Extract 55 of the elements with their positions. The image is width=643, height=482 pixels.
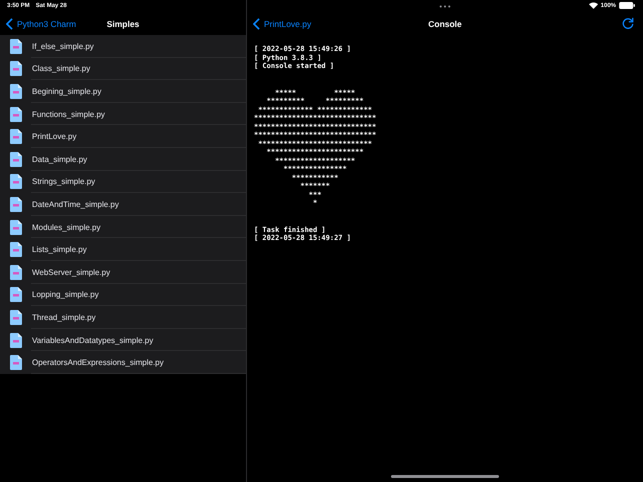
python-file-icon: [10, 332, 22, 348]
python-file-icon: [10, 84, 22, 99]
python-file-icon: [10, 129, 22, 144]
file-name: Data_simple.py: [32, 154, 88, 164]
file-name: WebServer_simple.py: [32, 268, 110, 277]
file-row[interactable]: Functions_simple.py: [0, 102, 246, 126]
reload-icon[interactable]: [622, 17, 634, 29]
file-row[interactable]: Thread_simple.py: [0, 306, 246, 329]
back-chevron-icon: [253, 18, 260, 30]
file-name: VariablesAndDatatypes_simple.py: [32, 336, 154, 345]
python-file-icon: [10, 264, 22, 280]
file-name: Thread_simple.py: [32, 312, 96, 322]
python-file-icon: [10, 310, 22, 325]
file-name: Strings_simple.py: [32, 177, 96, 186]
wifi-icon: [588, 2, 598, 9]
python-file-icon: [10, 220, 22, 235]
python-file-icon: [10, 61, 22, 76]
file-row[interactable]: OperatorsAndExpressions_simple.py: [0, 351, 246, 374]
file-row[interactable]: Lopping_simple.py: [0, 284, 246, 306]
file-row[interactable]: Strings_simple.py: [0, 170, 246, 194]
file-name: Lists_simple.py: [32, 245, 87, 254]
file-row[interactable]: DateAndTime_simple.py: [0, 193, 246, 216]
file-row[interactable]: VariablesAndDatatypes_simple.py: [0, 328, 246, 352]
file-name: If_else_simple.py: [32, 42, 94, 51]
python-file-icon: [10, 38, 22, 54]
back-button[interactable]: PrintLove.py: [253, 18, 312, 30]
python-file-icon: [10, 287, 22, 302]
python-file-icon: [10, 242, 22, 258]
file-row[interactable]: Data_simple.py: [0, 148, 246, 171]
battery-icon: [619, 2, 635, 9]
file-name: OperatorsAndExpressions_simple.py: [32, 358, 164, 368]
file-row[interactable]: If_else_simple.py: [0, 35, 246, 58]
file-name: Functions_simple.py: [32, 110, 105, 119]
file-row[interactable]: Lists_simple.py: [0, 238, 246, 261]
python-file-icon: [10, 174, 22, 190]
multitasking-dots-icon[interactable]: [439, 4, 451, 8]
back-chevron-icon: [6, 18, 13, 30]
file-name: Class_simple.py: [32, 64, 90, 74]
file-name: DateAndTime_simple.py: [32, 200, 119, 209]
sidebar-title: Simples: [106, 18, 140, 28]
file-name: Lopping_simple.py: [32, 290, 99, 300]
file-row[interactable]: Class_simple.py: [0, 58, 246, 80]
file-name: Modules_simple.py: [32, 222, 100, 232]
python-file-icon: [10, 106, 22, 122]
python-file-icon: [10, 196, 22, 212]
python-file-icon: [10, 355, 22, 370]
file-row[interactable]: Begining_simple.py: [0, 80, 246, 103]
back-button[interactable]: Python3 Charm: [6, 18, 76, 30]
file-name: Begining_simple.py: [32, 86, 102, 96]
python-file-icon: [10, 152, 22, 167]
console-title: Console: [428, 18, 462, 28]
file-row[interactable]: WebServer_simple.py: [0, 260, 246, 284]
file-row[interactable]: PrintLove.py: [0, 125, 246, 148]
file-row[interactable]: Modules_simple.py: [0, 216, 246, 238]
file-name: PrintLove.py: [32, 132, 76, 142]
